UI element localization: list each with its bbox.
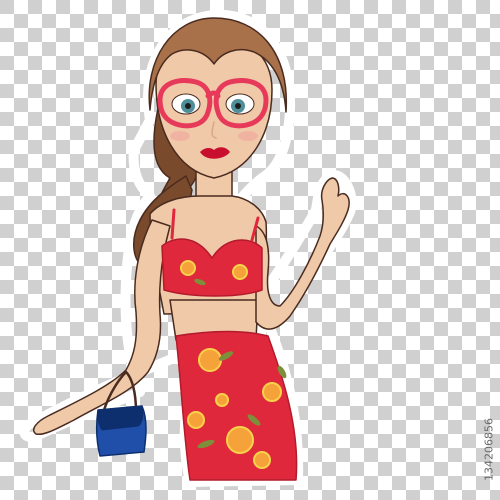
handbag-flap [97, 405, 144, 431]
right-cheek-blush [238, 131, 258, 141]
left-strap [170, 208, 176, 240]
stock-id-watermark: 134206856 [482, 418, 496, 482]
left-cheek-blush [170, 131, 190, 141]
illustration-canvas: 134206856 [0, 0, 500, 500]
artwork-svg [0, 0, 500, 500]
